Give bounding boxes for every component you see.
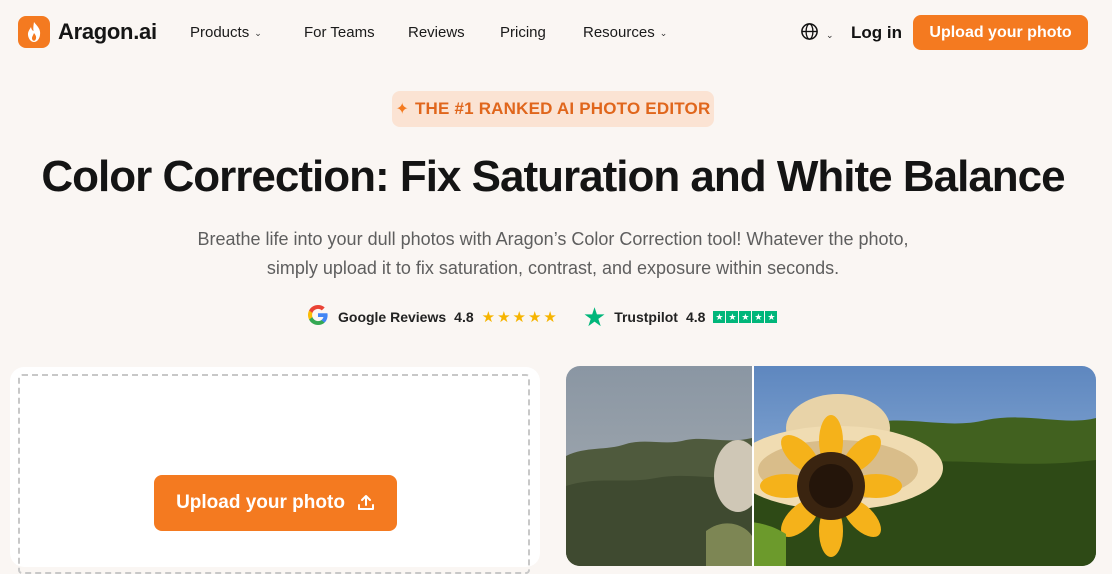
trustpilot-score: 4.8	[685, 309, 706, 325]
flame-icon	[18, 16, 50, 48]
top-nav: Aragon.ai Products ⌄ For Teams Reviews P…	[0, 0, 1112, 66]
nav-pricing-label: Pricing	[500, 24, 546, 41]
google-score: 4.8	[454, 309, 474, 325]
google-g-icon	[306, 303, 330, 332]
trustpilot-star-icon: ★	[582, 302, 607, 332]
ranking-badge: ✦ THE #1 RANKED AI PHOTO EDITOR	[392, 91, 714, 127]
nav-upload-button[interactable]: Upload your photo	[913, 15, 1088, 50]
hero-subtitle: Breathe life into your dull photos with …	[140, 225, 966, 283]
compare-divider[interactable]	[752, 366, 754, 566]
upload-icon	[357, 494, 375, 512]
page-title: Color Correction: Fix Saturation and Whi…	[41, 152, 1065, 201]
nav-resources-label: Resources	[583, 24, 655, 41]
login-link[interactable]: Log in	[851, 23, 902, 43]
chevron-down-icon: ⌄	[659, 28, 668, 38]
ratings-row: Google Reviews 4.8 ★★★★★ ★ Trustpilot 4.…	[306, 303, 778, 331]
nav-reviews[interactable]: Reviews	[408, 24, 465, 41]
upload-dropzone[interactable]	[18, 374, 530, 574]
before-photo	[566, 366, 752, 566]
before-after-image[interactable]	[566, 366, 1096, 566]
trustpilot-star-box: ★	[739, 311, 752, 323]
trustpilot-star-box: ★	[726, 311, 739, 323]
trustpilot-stars: ★ ★ ★ ★ ★	[713, 311, 778, 323]
trustpilot-label: Trustpilot	[614, 309, 678, 325]
trustpilot-star-box: ★	[752, 311, 765, 323]
trustpilot-star-box: ★	[765, 311, 778, 323]
chevron-down-icon: ⌄	[826, 29, 834, 40]
nav-for-teams-label: For Teams	[304, 24, 375, 41]
after-photo	[754, 366, 1096, 566]
chevron-down-icon: ⌄	[254, 28, 262, 38]
nav-products-label: Products	[190, 24, 250, 41]
badge-text: THE #1 RANKED AI PHOTO EDITOR	[414, 99, 711, 118]
brand-logo[interactable]: Aragon.ai	[18, 16, 157, 48]
globe-icon	[800, 22, 819, 46]
hero-subtitle-line-1: Breathe life into your dull photos with …	[197, 229, 909, 249]
brand-name: Aragon.ai	[58, 19, 157, 44]
sparkle-icon: ✦	[395, 101, 409, 118]
language-selector[interactable]: ⌄	[800, 22, 834, 46]
hero-subtitle-line-2: simply upload it to fix saturation, cont…	[266, 258, 840, 278]
trustpilot-star-box: ★	[713, 311, 726, 323]
google-stars: ★★★★★	[481, 309, 559, 326]
upload-card: Upload your photo	[10, 367, 540, 574]
nav-pricing[interactable]: Pricing	[500, 24, 546, 41]
nav-products[interactable]: Products ⌄	[190, 24, 262, 41]
nav-resources[interactable]: Resources ⌄	[583, 24, 667, 41]
nav-for-teams[interactable]: For Teams	[304, 24, 375, 41]
nav-reviews-label: Reviews	[408, 24, 465, 41]
upload-photo-button[interactable]: Upload your photo	[154, 475, 397, 531]
upload-button-label: Upload your photo	[176, 492, 345, 513]
google-reviews-label: Google Reviews	[338, 309, 447, 325]
